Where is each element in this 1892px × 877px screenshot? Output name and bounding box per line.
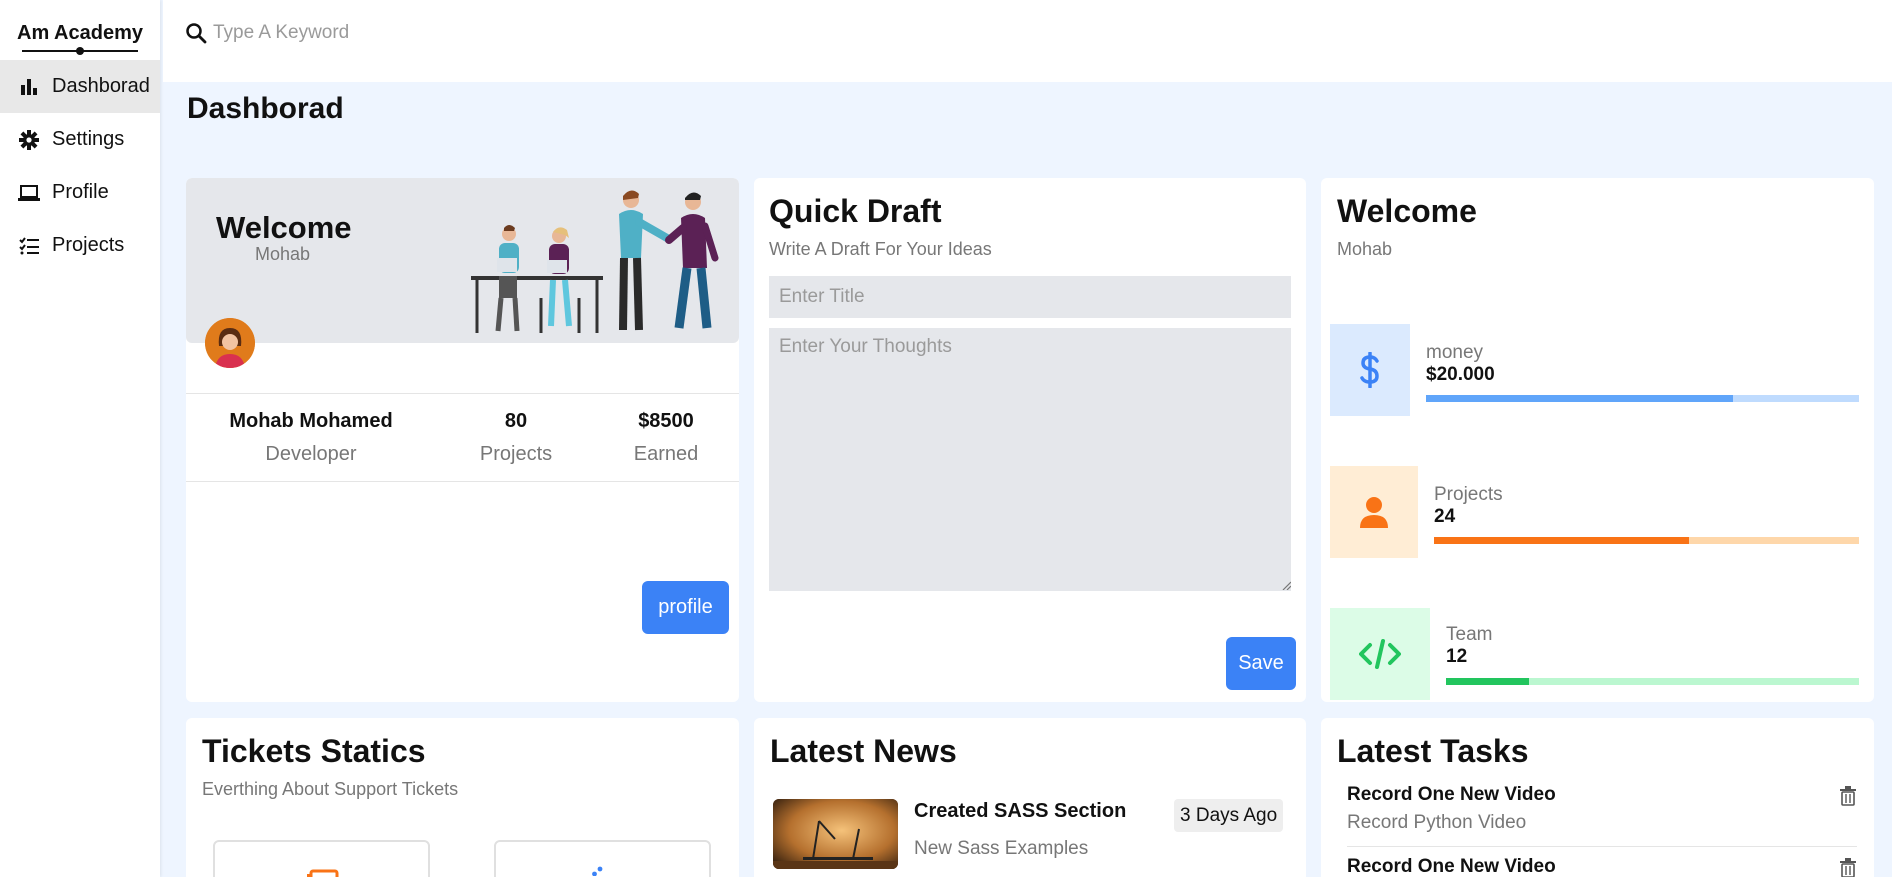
stat-projects: 80 Projects bbox=[436, 394, 596, 481]
trash-icon[interactable] bbox=[1839, 858, 1857, 877]
gear-icon bbox=[18, 129, 40, 150]
target-progress-track bbox=[1426, 395, 1859, 402]
search-input[interactable] bbox=[213, 22, 613, 44]
logo-dot bbox=[76, 47, 84, 55]
chart-bar-icon bbox=[18, 77, 40, 97]
quick-draft-title: Quick Draft bbox=[769, 193, 942, 229]
sidebar-item-profile[interactable]: Profile bbox=[0, 166, 160, 219]
news-item-subtitle: New Sass Examples bbox=[914, 838, 1089, 859]
quick-draft-subtitle: Write A Draft For Your Ideas bbox=[769, 239, 992, 259]
target-progress-track bbox=[1434, 537, 1859, 544]
targets-card: Welcome Mohab money $20.000 Projects 24 … bbox=[1321, 178, 1874, 702]
stat-value: $8500 bbox=[638, 410, 694, 432]
list-check-icon bbox=[18, 236, 40, 256]
top-header bbox=[163, 0, 1892, 82]
tickets-card: Tickets Statics Everthing About Support … bbox=[186, 718, 739, 877]
news-card: Latest News Created SASS Section New Sas… bbox=[754, 718, 1306, 877]
target-row-projects: Projects 24 bbox=[1330, 466, 1865, 558]
task-item: Record One New Video Record Python Video bbox=[1347, 784, 1857, 834]
sidebar: Am Academy Dashborad Settings Profile Pr… bbox=[0, 0, 160, 877]
task-item: Record One New Video bbox=[1347, 856, 1857, 877]
sidebar-item-projects[interactable]: Projects bbox=[0, 219, 160, 272]
stat-label: Earned bbox=[633, 443, 699, 465]
spinner-icon bbox=[592, 866, 603, 876]
news-thumbnail[interactable] bbox=[773, 799, 898, 869]
sidebar-item-label: Profile bbox=[52, 181, 109, 203]
avatar[interactable] bbox=[205, 318, 255, 368]
task-title: Record One New Video bbox=[1347, 856, 1556, 877]
tickets-title: Tickets Statics bbox=[202, 733, 426, 769]
stat-value: 80 bbox=[504, 410, 528, 432]
trash-icon[interactable] bbox=[1839, 786, 1857, 806]
target-label: Projects bbox=[1434, 484, 1503, 505]
logo-text: Am Academy bbox=[17, 22, 143, 44]
tasks-title: Latest Tasks bbox=[1337, 733, 1529, 769]
target-progress-track bbox=[1446, 678, 1859, 685]
target-progress-fill bbox=[1426, 395, 1734, 402]
team-illustration bbox=[471, 190, 719, 333]
search-icon bbox=[185, 22, 207, 44]
target-progress-fill bbox=[1434, 537, 1689, 544]
news-item-date: 3 Days Ago bbox=[1174, 799, 1284, 832]
target-label: money bbox=[1426, 342, 1484, 363]
targets-subtitle: Mohab bbox=[1337, 239, 1393, 259]
target-value: 12 bbox=[1446, 646, 1468, 667]
task-title: Record One New Video bbox=[1347, 784, 1556, 805]
sidebar-item-dashboard[interactable]: Dashborad bbox=[0, 60, 160, 113]
tasks-card: Latest Tasks Record One New Video Record… bbox=[1321, 718, 1874, 877]
welcome-banner: Welcome Mohab bbox=[186, 178, 739, 343]
welcome-stats: Mohab Mohamed Developer 80 Projects $850… bbox=[186, 393, 739, 482]
target-progress-fill bbox=[1446, 678, 1529, 685]
targets-title: Welcome bbox=[1337, 193, 1477, 229]
save-button[interactable]: Save bbox=[1226, 637, 1296, 690]
quick-draft-card: Quick Draft Write A Draft For Your Ideas… bbox=[754, 178, 1306, 702]
target-value: $20.000 bbox=[1426, 364, 1495, 385]
page-title: Dashborad bbox=[187, 92, 344, 125]
draft-title-input[interactable] bbox=[769, 276, 1291, 318]
welcome-card: Welcome Mohab Mohab Mohamed Developer 80… bbox=[186, 178, 739, 702]
draft-thoughts-textarea[interactable] bbox=[769, 328, 1291, 591]
code-icon bbox=[1330, 608, 1430, 700]
resize-handle-icon[interactable] bbox=[1281, 580, 1291, 590]
sidebar-item-label: Projects bbox=[52, 234, 125, 256]
welcome-title: Welcome bbox=[216, 210, 352, 245]
stat-label: Projects bbox=[479, 443, 553, 465]
sidebar-item-settings[interactable]: Settings bbox=[0, 113, 160, 166]
target-row-money: money $20.000 bbox=[1330, 324, 1865, 416]
user-icon bbox=[1330, 466, 1418, 558]
task-divider bbox=[1347, 846, 1857, 847]
sidebar-item-label: Settings bbox=[52, 128, 125, 150]
target-row-team: Team 12 bbox=[1330, 608, 1865, 700]
ticket-icon bbox=[307, 869, 339, 877]
profile-button[interactable]: profile bbox=[642, 581, 729, 634]
dollar-icon bbox=[1330, 324, 1410, 416]
stat-name: Mohab Mohamed Developer bbox=[186, 394, 436, 481]
laptop-icon bbox=[18, 183, 40, 203]
news-item-title[interactable]: Created SASS Section bbox=[914, 800, 1126, 823]
stat-label: Developer bbox=[265, 443, 357, 465]
tickets-subtitle: Everthing About Support Tickets bbox=[202, 779, 459, 799]
stat-earned: $8500 Earned bbox=[596, 394, 736, 481]
sidebar-item-label: Dashborad bbox=[52, 75, 150, 97]
task-subtitle: Record Python Video bbox=[1347, 812, 1527, 833]
stat-value: Mohab Mohamed bbox=[229, 410, 393, 432]
news-title: Latest News bbox=[770, 733, 957, 769]
target-value: 24 bbox=[1434, 506, 1456, 527]
ticket-stat-box bbox=[494, 840, 711, 877]
logo[interactable]: Am Academy bbox=[0, 0, 160, 60]
ticket-stat-box bbox=[213, 840, 430, 877]
target-label: Team bbox=[1446, 624, 1493, 645]
welcome-subtitle: Mohab bbox=[255, 244, 311, 264]
